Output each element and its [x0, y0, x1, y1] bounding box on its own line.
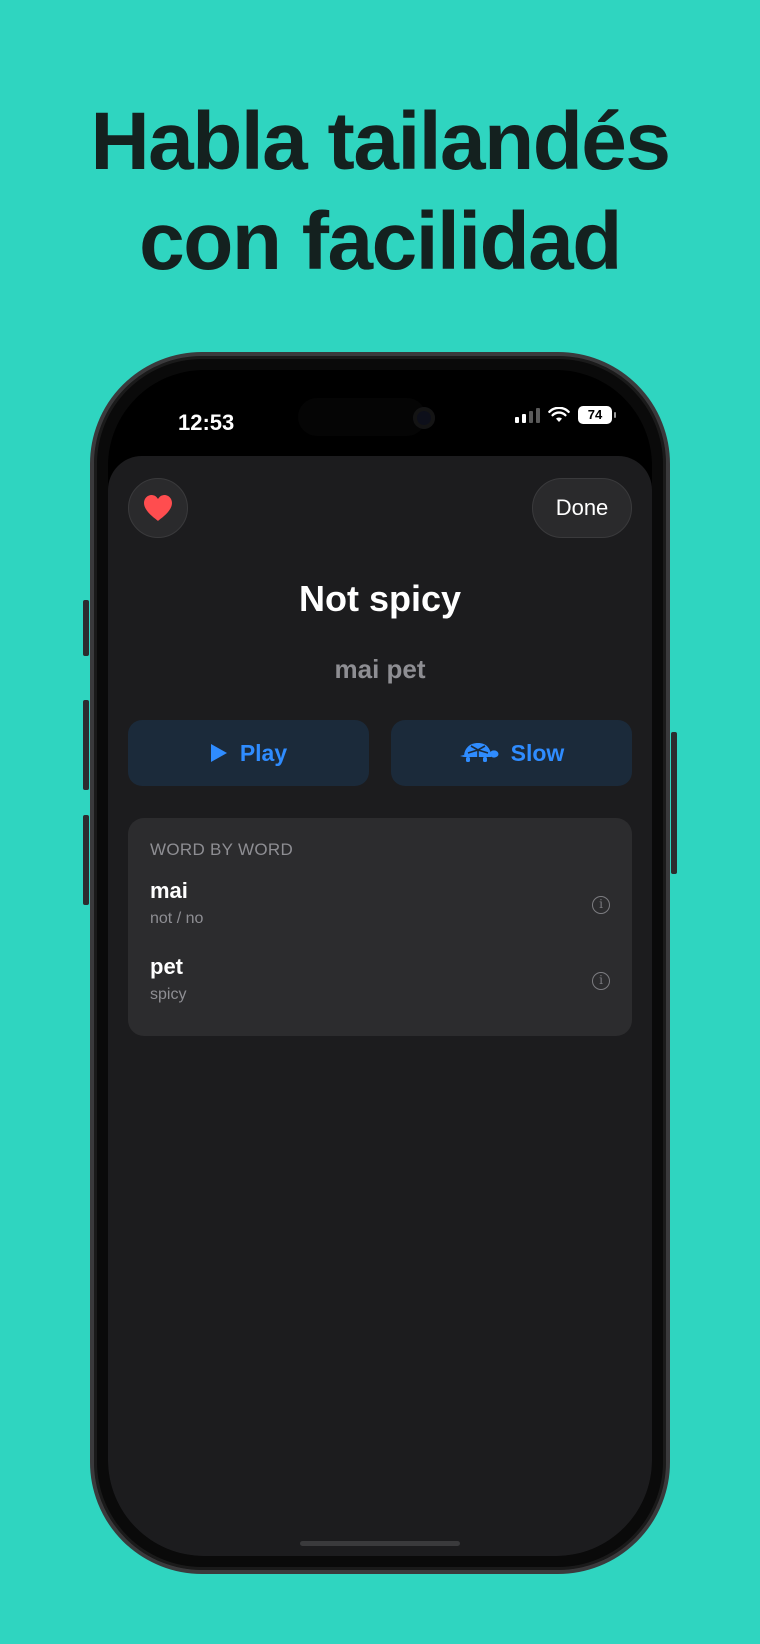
- play-button-label: Play: [239, 739, 288, 766]
- phone-screen: 12:53 74 Done Not spicy mai pet Play Slo…: [108, 370, 652, 1556]
- info-icon[interactable]: i: [592, 896, 610, 914]
- wifi-icon: [548, 407, 570, 422]
- word-row[interactable]: mai not / no i: [150, 878, 610, 938]
- phrase-transliteration: mai pet: [334, 654, 426, 684]
- status-time: 12:53: [178, 410, 235, 435]
- info-icon[interactable]: i: [592, 972, 610, 990]
- phone-volume-up-button: [83, 700, 89, 790]
- word-meaning: spicy: [150, 986, 187, 1003]
- phone-frame: 12:53 74 Done Not spicy mai pet Play Slo…: [90, 352, 670, 1574]
- turtle-icon: [459, 743, 499, 762]
- word-by-word-header: WORD BY WORD: [150, 840, 294, 859]
- camera-icon: [413, 407, 435, 429]
- home-indicator[interactable]: [300, 1541, 460, 1546]
- phone-action-button: [83, 600, 89, 656]
- word-text: pet: [150, 954, 183, 979]
- slow-play-button-label: Slow: [510, 739, 565, 766]
- signal-icon: [515, 407, 540, 423]
- phone-volume-down-button: [83, 815, 89, 905]
- phone-power-button: [671, 732, 677, 874]
- word-meaning: not / no: [150, 910, 204, 927]
- word-row[interactable]: pet spicy i: [150, 954, 610, 1014]
- heart-icon: [144, 495, 172, 521]
- dynamic-island: [298, 398, 426, 436]
- phrase-detail-sheet: Done Not spicy mai pet Play Slow WORD BY…: [108, 456, 652, 1556]
- word-by-word-card: WORD BY WORD mai not / no i pet spicy i: [128, 818, 632, 1036]
- status-icons: 74: [515, 406, 616, 424]
- headline-line-1: Habla tailandés: [90, 96, 671, 187]
- headline: Habla tailandés con facilidad: [0, 92, 760, 292]
- slow-play-button[interactable]: Slow: [391, 720, 632, 786]
- favorite-button[interactable]: [128, 478, 188, 538]
- audio-controls: Play Slow: [128, 720, 632, 786]
- phrase-title: Not spicy: [298, 578, 462, 619]
- headline-line-2: con facilidad: [139, 196, 622, 287]
- play-button[interactable]: Play: [128, 720, 369, 786]
- battery-icon: 74: [578, 406, 616, 424]
- word-text: mai: [150, 878, 188, 903]
- done-button[interactable]: Done: [532, 478, 632, 538]
- play-icon: [210, 744, 227, 762]
